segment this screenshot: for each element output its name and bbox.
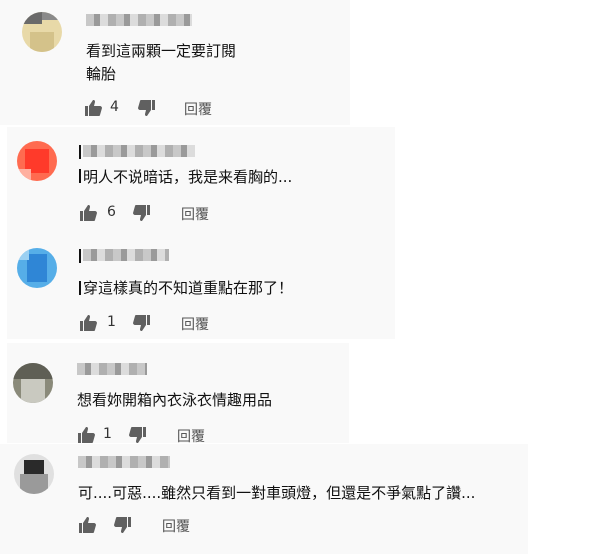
avatar[interactable]	[22, 12, 62, 52]
action-row: 4 回覆	[84, 99, 284, 120]
like-count: 1	[107, 314, 116, 330]
reply-button[interactable]: 回覆	[184, 99, 212, 119]
avatar[interactable]	[17, 248, 57, 288]
avatar[interactable]	[17, 141, 57, 181]
comment-card: 明人不说暗话，我是来看胸的... 6 回覆	[7, 127, 395, 237]
comment-card: 看到這兩顆一定要訂閱 輪胎 4 回覆	[0, 0, 350, 125]
avatar[interactable]	[13, 363, 53, 403]
thumbs-down-icon[interactable]	[138, 100, 156, 120]
thumbs-up-icon[interactable]	[78, 517, 96, 537]
reply-button[interactable]: 回覆	[181, 204, 209, 224]
thumbs-up-icon[interactable]	[84, 100, 102, 120]
author-name[interactable]	[78, 456, 170, 468]
thumbs-down-icon[interactable]	[133, 315, 151, 335]
reply-button[interactable]: 回覆	[181, 314, 209, 334]
author-name[interactable]	[83, 145, 195, 157]
reply-button[interactable]: 回覆	[177, 426, 205, 446]
action-row: 1 回覆	[77, 426, 277, 446]
comment-text-line-2: 輪胎	[86, 65, 117, 83]
comment-text: 看到這兩顆一定要訂閱	[86, 42, 237, 60]
comment-card: 可....可惡....雖然只看到一對車頭燈，但還是不爭氣點了讚... 回覆	[0, 444, 528, 554]
comment-text: 明人不说暗话，我是来看胸的...	[83, 168, 293, 186]
like-count: 1	[103, 426, 112, 442]
thumbs-down-icon[interactable]	[114, 517, 132, 537]
thumbs-up-icon[interactable]	[79, 205, 97, 225]
thumbs-up-icon[interactable]	[79, 315, 97, 335]
text-cursor	[79, 145, 81, 159]
comment-card: 想看妳開箱內衣泳衣情趣用品 1 回覆	[7, 343, 349, 446]
text-cursor	[79, 169, 81, 183]
reply-button[interactable]: 回覆	[162, 516, 190, 536]
text-cursor	[79, 249, 81, 263]
avatar[interactable]	[14, 454, 54, 494]
author-name[interactable]	[86, 14, 192, 26]
action-row: 回覆	[78, 516, 278, 537]
like-count: 6	[107, 204, 116, 220]
comment-card: 穿這樣真的不知道重點在那了！ 1 回覆	[7, 237, 395, 339]
comment-text: 想看妳開箱內衣泳衣情趣用品	[77, 391, 273, 409]
author-name[interactable]	[77, 363, 147, 375]
author-name[interactable]	[83, 249, 169, 261]
text-cursor	[79, 281, 81, 295]
comment-text: 可....可惡....雖然只看到一對車頭燈，但還是不爭氣點了讚...	[78, 484, 476, 502]
action-row: 6 回覆	[79, 204, 279, 225]
comment-text: 穿這樣真的不知道重點在那了！	[83, 279, 294, 297]
thumbs-down-icon[interactable]	[133, 205, 151, 225]
action-row: 1 回覆	[79, 314, 279, 335]
like-count: 4	[110, 99, 119, 115]
